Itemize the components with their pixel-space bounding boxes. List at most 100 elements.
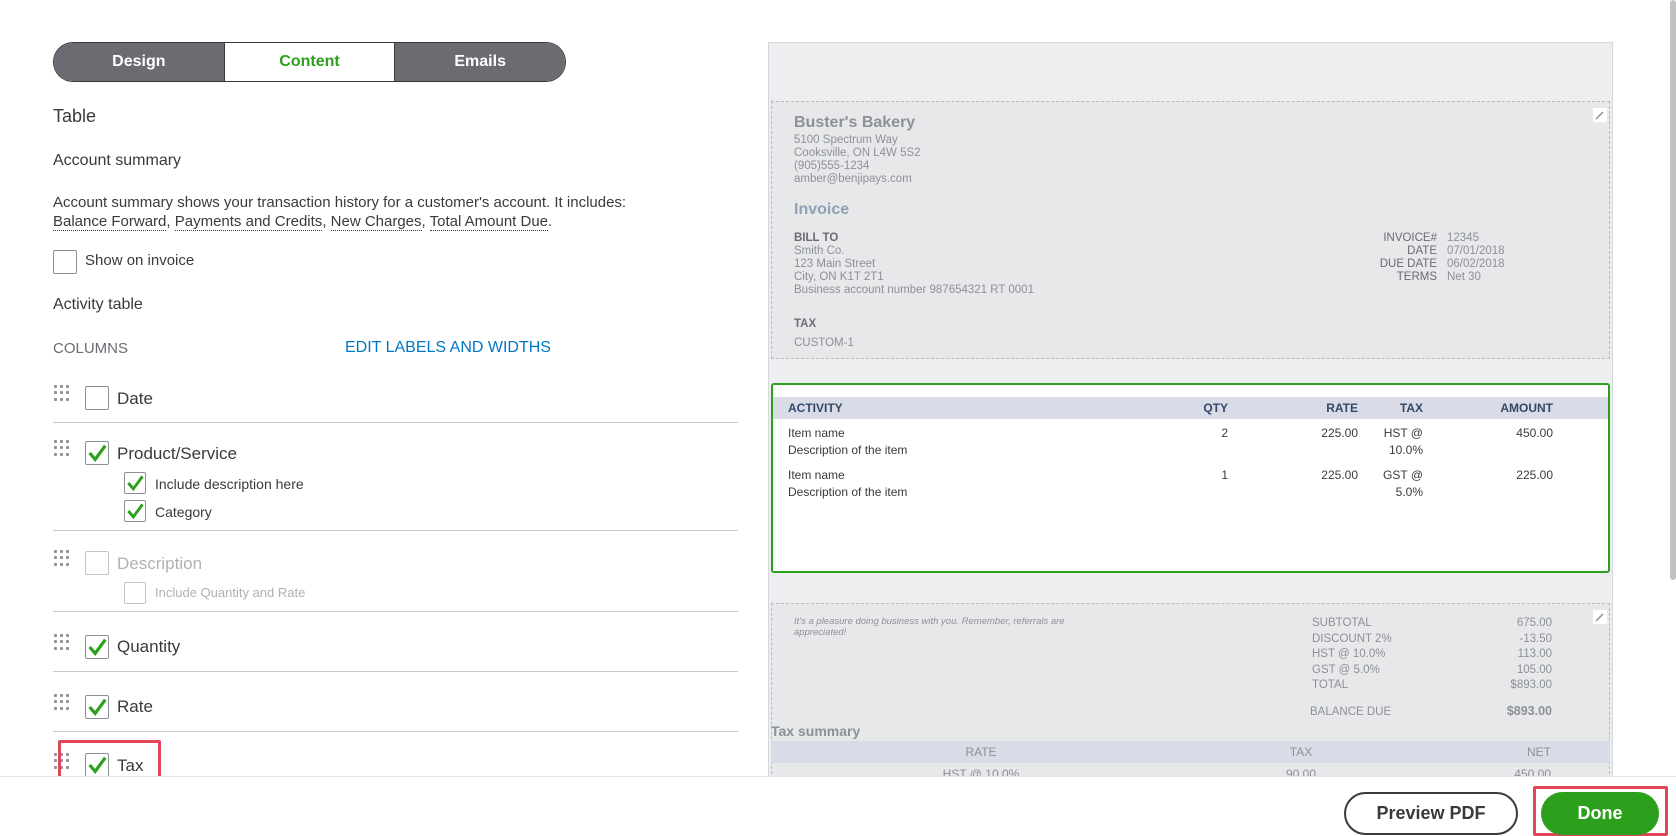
include-description-label: Include description here bbox=[155, 476, 304, 492]
total-value: -13.50 bbox=[1519, 632, 1552, 645]
total-label: HST @ 10.0% bbox=[1312, 648, 1386, 660]
tab-design[interactable]: Design bbox=[54, 43, 224, 81]
tax-code: HST @ bbox=[1383, 426, 1423, 440]
checkmark-icon bbox=[88, 444, 107, 462]
col-qty: QTY bbox=[1203, 401, 1228, 415]
checkmark-icon bbox=[127, 475, 144, 492]
separator: , bbox=[322, 213, 331, 230]
tax-summary-rate: RATE bbox=[965, 745, 997, 759]
checkmark-icon bbox=[88, 698, 107, 716]
tab-emails[interactable]: Emails bbox=[394, 43, 565, 81]
checkmark-icon bbox=[127, 503, 144, 520]
custom-field-label: CUSTOM-1 bbox=[794, 337, 854, 349]
separator: , bbox=[421, 213, 430, 230]
tax-summary-net: NET bbox=[1527, 745, 1551, 759]
address-line-1: 5100 Spectrum Way bbox=[794, 134, 898, 146]
drag-handle-icon[interactable] bbox=[54, 550, 70, 566]
drag-handle-icon[interactable] bbox=[54, 634, 70, 650]
company-name: Buster's Bakery bbox=[794, 114, 916, 131]
bill-to-line: City, ON K1T 2T1 bbox=[794, 271, 884, 283]
total-label: DISCOUNT 2% bbox=[1312, 632, 1392, 645]
term-new-charges[interactable]: New Charges bbox=[330, 213, 422, 231]
invoice-activity-table[interactable]: ACTIVITY QTY RATE TAX AMOUNT Item name De… bbox=[771, 383, 1610, 573]
preview-pdf-button[interactable]: Preview PDF bbox=[1344, 792, 1518, 835]
divider bbox=[53, 731, 738, 732]
rate-label: Rate bbox=[117, 697, 153, 716]
term-payments-credits[interactable]: Payments and Credits bbox=[174, 213, 323, 231]
tax-code: GST @ bbox=[1383, 468, 1423, 482]
scrollbar[interactable] bbox=[1670, 0, 1676, 580]
pencil-icon[interactable] bbox=[1593, 610, 1607, 624]
preview-top-band bbox=[769, 43, 1612, 99]
tax-checkbox[interactable] bbox=[85, 753, 109, 777]
row-tax: HST @ 10.0% bbox=[1373, 425, 1423, 459]
date-label: Date bbox=[117, 389, 153, 408]
divider bbox=[53, 422, 738, 423]
date-checkbox[interactable] bbox=[85, 386, 109, 410]
totals-values: 675.00 -13.50 113.00 105.00 $893.00 bbox=[1472, 616, 1552, 694]
total-label: GST @ 5.0% bbox=[1312, 663, 1380, 676]
account-summary-description: Account summary shows your transaction h… bbox=[53, 193, 693, 231]
section-title: Table bbox=[53, 106, 97, 126]
total-label: TOTAL bbox=[1312, 679, 1348, 691]
invoice-header-section[interactable]: Buster's Bakery 5100 Spectrum Way Cooksv… bbox=[771, 101, 1610, 359]
product-service-checkbox[interactable] bbox=[85, 441, 109, 465]
meta-value: 07/01/2018 bbox=[1447, 245, 1505, 257]
edit-labels-link[interactable]: EDIT LABELS AND WIDTHS bbox=[345, 339, 551, 357]
tab-content[interactable]: Content bbox=[223, 43, 395, 81]
row-rate: 225.00 bbox=[1321, 468, 1358, 482]
term-total-amount-due[interactable]: Total Amount Due bbox=[429, 213, 549, 231]
tax-label: Tax bbox=[117, 756, 144, 775]
table-row: Item name Description of the item 2 225.0… bbox=[773, 425, 1608, 465]
pencil-icon[interactable] bbox=[1593, 108, 1607, 122]
divider bbox=[53, 671, 738, 672]
drag-handle-icon[interactable] bbox=[54, 440, 70, 456]
divider bbox=[53, 530, 738, 531]
row-amount: 225.00 bbox=[1516, 468, 1553, 482]
drag-handle-icon[interactable] bbox=[54, 694, 70, 710]
tax-field-label: TAX bbox=[794, 318, 817, 330]
tax-summary-tax: TAX bbox=[1289, 745, 1313, 759]
row-tax: GST @ 5.0% bbox=[1373, 467, 1423, 501]
meta-value: Net 30 bbox=[1447, 271, 1481, 283]
term-balance-forward[interactable]: Balance Forward bbox=[53, 213, 167, 231]
footer-message: It's a pleasure doing business with you.… bbox=[794, 616, 1065, 638]
show-on-invoice-label: Show on invoice bbox=[85, 252, 195, 269]
done-button[interactable]: Done bbox=[1541, 792, 1659, 835]
include-qty-rate-checkbox[interactable] bbox=[124, 582, 146, 604]
bill-to-line: 123 Main Street bbox=[794, 258, 876, 270]
bill-to-line: Business account number 987654321 RT 000… bbox=[794, 284, 1034, 296]
description-label: Description bbox=[117, 554, 203, 573]
quantity-label: Quantity bbox=[117, 637, 181, 656]
include-description-checkbox[interactable] bbox=[124, 472, 146, 494]
total-value: 113.00 bbox=[1517, 648, 1552, 660]
col-tax: TAX bbox=[1399, 401, 1423, 415]
item-description: Description of the item bbox=[788, 485, 908, 499]
description-checkbox[interactable] bbox=[85, 551, 109, 575]
table-row: Item name Description of the item 1 225.0… bbox=[773, 467, 1608, 507]
invoice-meta-values: 12345 07/01/2018 06/02/2018 Net 30 bbox=[1447, 232, 1505, 284]
row-item: Item name Description of the item bbox=[788, 467, 907, 501]
show-on-invoice-checkbox[interactable] bbox=[53, 250, 77, 274]
quantity-checkbox[interactable] bbox=[85, 635, 109, 659]
category-checkbox[interactable] bbox=[124, 500, 146, 522]
drag-handle-icon[interactable] bbox=[54, 385, 70, 401]
checkmark-icon bbox=[88, 756, 107, 774]
category-label: Category bbox=[155, 504, 212, 520]
tax-summary-header: RATE TAX NET bbox=[771, 741, 1610, 763]
total-label: SUBTOTAL bbox=[1312, 617, 1372, 629]
row-amount: 450.00 bbox=[1516, 426, 1553, 440]
bill-to-line: Smith Co. bbox=[794, 245, 845, 257]
balance-due-value: $893.00 bbox=[1506, 704, 1552, 718]
invoice-meta-labels: INVOICE# DATE DUE DATE TERMS bbox=[1332, 232, 1437, 284]
address-line-2: Cooksville, ON L4W 5S2 bbox=[794, 147, 921, 159]
account-summary-heading: Account summary bbox=[53, 152, 182, 169]
row-qty: 1 bbox=[1221, 468, 1228, 482]
invoice-preview: Buster's Bakery 5100 Spectrum Way Cooksv… bbox=[768, 42, 1613, 778]
company-address: 5100 Spectrum Way Cooksville, ON L4W 5S2… bbox=[794, 134, 921, 186]
col-activity: ACTIVITY bbox=[788, 401, 843, 415]
separator: , bbox=[166, 213, 175, 230]
product-service-label: Product/Service bbox=[117, 444, 237, 463]
rate-checkbox[interactable] bbox=[85, 695, 109, 719]
total-value: $893.00 bbox=[1510, 679, 1552, 691]
